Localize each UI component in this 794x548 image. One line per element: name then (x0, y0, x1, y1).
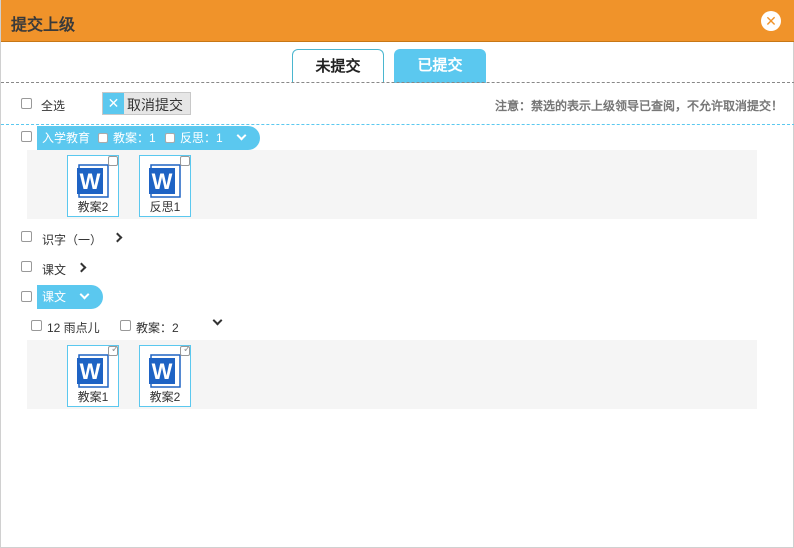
chevron-down-icon[interactable] (236, 130, 247, 141)
submit-dialog: 提交上级 ✕ 未提交 已提交 全选 ✕ 取消提交 注意：禁选的表示上级领导已查阅… (0, 0, 794, 548)
group-title[interactable]: 课文 (42, 261, 66, 278)
group-checkbox[interactable] (21, 291, 32, 302)
chevron-down-icon[interactable] (212, 315, 223, 326)
tabs-divider (1, 82, 794, 83)
subgroup-title: 12 雨点儿 (47, 321, 100, 335)
toolbar-divider (1, 124, 794, 125)
cancel-submit-button[interactable]: ✕ 取消提交 (102, 92, 191, 115)
group-header-1[interactable]: 入学教育 教案：1 反思：1 (37, 126, 260, 150)
close-icon[interactable]: ✕ (761, 11, 781, 31)
file-panel-1: W 教案2 W 反思1 (27, 150, 757, 219)
dialog-title: 提交上级 (11, 17, 76, 34)
lesson-plan-checkbox[interactable] (98, 133, 108, 143)
file-panel-4: W ✓ 教案1 W ✓ 教案2 (27, 340, 757, 409)
file-item[interactable]: W ✓ 教案1 (67, 344, 119, 407)
word-file-icon: W (77, 354, 109, 388)
subgroup-checkbox[interactable] (31, 320, 42, 331)
svg-text:W: W (80, 359, 101, 384)
reflection-checkbox[interactable] (165, 133, 175, 143)
group-header-4[interactable]: 课文 (37, 285, 103, 309)
group-checkbox[interactable] (21, 231, 32, 242)
file-item[interactable]: W 教案2 (67, 155, 119, 217)
lesson-plan-count: 教案：2 (136, 321, 179, 335)
select-all-label: 全选 (41, 99, 66, 113)
group-title[interactable]: 识字（一） (42, 231, 102, 248)
lesson-plan-checkbox[interactable] (120, 320, 131, 331)
file-name: 反思1 (149, 200, 181, 214)
group-title: 课文 (42, 290, 67, 304)
cancel-submit-label: 取消提交 (127, 97, 183, 113)
chevron-down-icon[interactable] (79, 289, 90, 300)
chevron-right-icon[interactable] (112, 232, 123, 243)
file-checkbox[interactable] (108, 156, 118, 166)
file-name: 教案2 (77, 200, 109, 214)
close-x-icon: ✕ (103, 93, 124, 114)
select-all-checkbox[interactable] (21, 98, 32, 109)
svg-text:W: W (80, 169, 101, 194)
dialog-titlebar: 提交上级 ✕ (1, 0, 794, 42)
file-checkbox-checked[interactable]: ✓ (180, 344, 191, 356)
group-title: 入学教育 (42, 131, 91, 145)
word-file-icon: W (149, 164, 181, 198)
word-file-icon: W (77, 164, 109, 198)
svg-text:W: W (152, 169, 173, 194)
tab-not-submitted[interactable]: 未提交 (292, 49, 384, 83)
notice-text: 注意：禁选的表示上级领导已查阅，不允许取消提交！ (494, 99, 783, 113)
file-name: 教案1 (77, 390, 109, 404)
file-item[interactable]: W ✓ 教案2 (139, 344, 191, 407)
chevron-right-icon[interactable] (76, 262, 87, 273)
reflection-count: 反思：1 (180, 131, 223, 145)
file-item[interactable]: W 反思1 (139, 155, 191, 217)
tab-submitted[interactable]: 已提交 (394, 49, 486, 83)
file-checkbox[interactable] (180, 156, 190, 166)
lesson-plan-count: 教案：1 (113, 131, 156, 145)
group-checkbox[interactable] (21, 131, 32, 142)
file-name: 教案2 (149, 390, 181, 404)
group-checkbox[interactable] (21, 261, 32, 272)
svg-text:W: W (152, 359, 173, 384)
word-file-icon: W (149, 354, 181, 388)
file-checkbox-checked[interactable]: ✓ (108, 344, 119, 356)
